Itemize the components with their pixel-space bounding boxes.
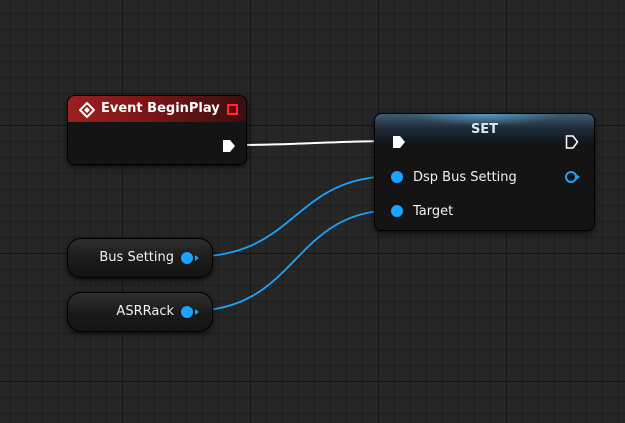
set-node-title: SET — [470, 122, 499, 137]
output-arrow-icon — [195, 255, 199, 261]
asrrack-label: ASRRack — [116, 304, 174, 319]
bus-setting-variable-node[interactable]: Bus Setting — [67, 238, 213, 278]
target-input-pin[interactable] — [391, 205, 403, 217]
dsp-bus-setting-label: Dsp Bus Setting — [413, 169, 517, 185]
exec-output-pin[interactable] — [564, 134, 580, 150]
output-arrow-icon — [195, 309, 199, 315]
set-node[interactable]: SET Dsp Bus Setting Target — [374, 113, 595, 231]
exec-output-pin[interactable] — [221, 138, 237, 154]
exec-wire[interactable] — [235, 140, 396, 146]
event-node-title: Event BeginPlay — [101, 101, 220, 116]
delegate-output-pin[interactable] — [227, 104, 238, 115]
output-arrow-icon — [576, 174, 580, 180]
asrrack-wire[interactable] — [189, 209, 397, 312]
event-diamond-icon — [79, 102, 95, 118]
event-beginplay-node[interactable]: Event BeginPlay — [67, 95, 247, 165]
asrrack-variable-node[interactable]: ASRRack — [67, 292, 213, 332]
dsp-bus-setting-pin-row[interactable]: Dsp Bus Setting — [391, 169, 517, 185]
dsp-bus-setting-input-pin[interactable] — [391, 171, 403, 183]
asrrack-output-pin[interactable] — [181, 306, 193, 318]
set-node-header: SET — [375, 114, 594, 144]
event-node-header: Event BeginPlay — [68, 96, 246, 122]
bus-setting-label: Bus Setting — [99, 250, 174, 265]
bus-setting-wire[interactable] — [189, 175, 397, 258]
exec-input-pin[interactable] — [391, 134, 407, 150]
target-label: Target — [413, 203, 454, 219]
target-pin-row[interactable]: Target — [391, 203, 453, 219]
bus-setting-output-pin[interactable] — [181, 252, 193, 264]
